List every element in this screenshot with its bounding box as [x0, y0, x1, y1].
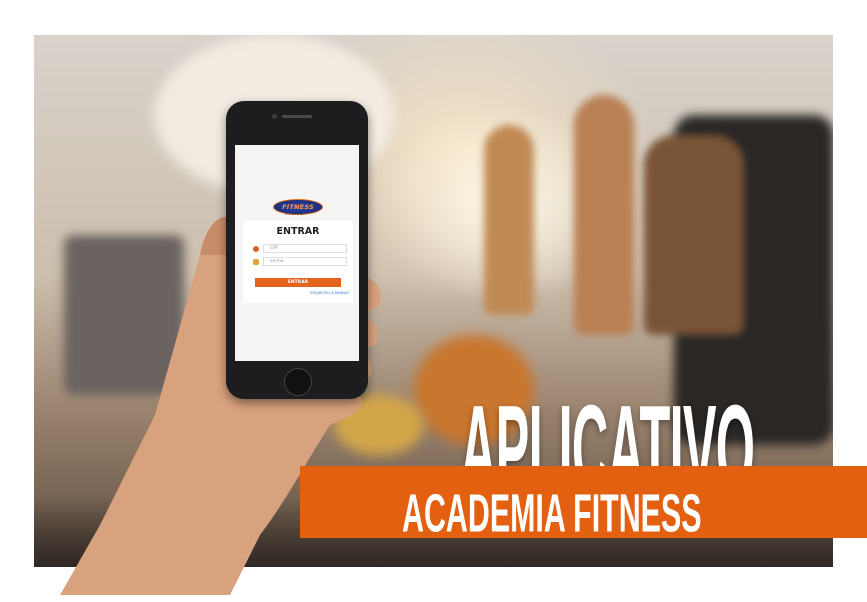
cpf-input[interactable]: CPF: [263, 244, 347, 253]
logo-text: FITNESS: [282, 203, 314, 211]
login-card: ENTRAR CPF senha ENTRAR ESQUECEU A SENHA…: [243, 221, 353, 303]
login-button[interactable]: ENTRAR: [255, 278, 341, 287]
phone-screen: FITNESS ACADEMIA ENTRAR CPF senha ENTRAR…: [235, 145, 359, 361]
blurred-person-1: [484, 125, 534, 315]
app-logo: FITNESS ACADEMIA: [273, 199, 323, 217]
camera-icon: [272, 114, 277, 119]
login-title: ENTRAR: [276, 226, 320, 237]
home-button: [284, 368, 312, 396]
speaker-grille: [282, 115, 312, 118]
headline-subtitle: ACADEMIA FITNESS: [402, 484, 702, 544]
key-icon: [253, 259, 259, 265]
blurred-person-2: [574, 95, 634, 335]
user-icon: [253, 246, 259, 252]
forgot-password-link[interactable]: ESQUECEU A SENHA?: [310, 291, 349, 295]
password-input[interactable]: senha: [263, 257, 347, 266]
logo-subtext: ACADEMIA: [285, 212, 304, 216]
smartphone: FITNESS ACADEMIA ENTRAR CPF senha ENTRAR…: [226, 101, 368, 399]
blurred-person-3: [644, 135, 744, 335]
